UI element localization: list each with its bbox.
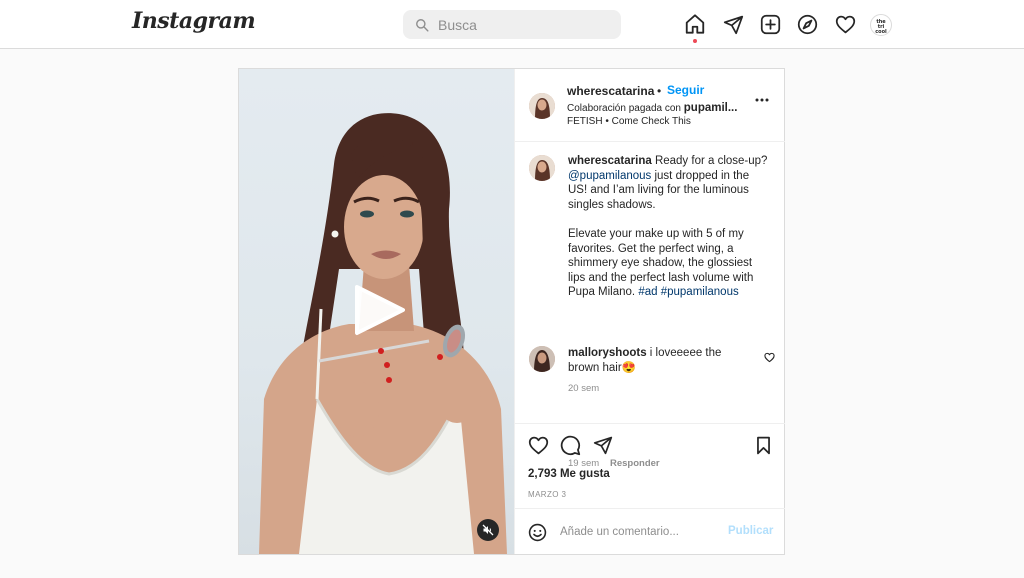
collab-prefix: Colaboración pagada con	[567, 103, 684, 114]
direct-icon[interactable]	[722, 13, 744, 35]
post-date: MARZO 3	[528, 490, 567, 499]
home-icon[interactable]	[684, 13, 706, 35]
add-comment-input[interactable]	[560, 522, 710, 542]
separator-dot: •	[657, 84, 662, 98]
comment: malloryshoots i loveeeee the brown hair😍	[568, 346, 748, 375]
share-icon[interactable]	[593, 435, 613, 455]
more-options-icon[interactable]	[755, 98, 769, 102]
search-box[interactable]	[403, 10, 621, 39]
explore-icon[interactable]	[796, 13, 818, 35]
emoji-icon[interactable]	[528, 523, 547, 542]
commenter-avatar[interactable]	[529, 346, 555, 372]
collab-partner-link[interactable]: pupamil...	[684, 102, 738, 114]
comment-like-heart-icon[interactable]	[764, 352, 775, 363]
publish-button[interactable]: Publicar	[728, 525, 773, 537]
audio-track[interactable]: FETISH • Come Check This	[567, 116, 691, 127]
like-heart-icon[interactable]	[528, 435, 549, 456]
top-navigation-bar: Instagram the tri cool	[0, 0, 1024, 49]
hashtag-pupamilanous-link[interactable]: #pupamilanous	[661, 286, 739, 298]
speaker-muted-icon	[482, 524, 494, 536]
follow-button[interactable]: Seguir	[667, 83, 704, 97]
caption-author-avatar[interactable]	[529, 155, 555, 181]
post-video[interactable]	[239, 69, 514, 554]
paid-collaboration-line: Colaboración pagada con pupamil...	[567, 102, 737, 114]
likes-count[interactable]: 2,793 Me gusta	[528, 468, 610, 480]
search-icon	[416, 18, 429, 32]
add-comment-bar: Publicar	[515, 509, 785, 554]
commenter-username[interactable]: malloryshoots	[568, 347, 647, 359]
notification-dot	[693, 39, 697, 43]
save-bookmark-icon[interactable]	[755, 436, 772, 455]
search-input[interactable]	[438, 16, 598, 33]
author-avatar[interactable]	[529, 93, 555, 119]
post-caption: wherescatarina Ready for a close-up? @pu…	[568, 154, 768, 315]
comments-section: wherescatarina Ready for a close-up? @pu…	[515, 142, 785, 469]
post-header: wherescatarina • Seguir Colaboración pag…	[515, 69, 785, 142]
caption-time: 20 sem	[568, 383, 600, 394]
author-username[interactable]: wherescatarina	[567, 84, 654, 98]
hashtag-ad-link[interactable]: #ad	[638, 286, 657, 298]
caption-mention-link[interactable]: @pupamilanous	[568, 170, 651, 182]
comment-bubble-icon[interactable]	[560, 435, 581, 456]
post-modal: wherescatarina • Seguir Colaboración pag…	[238, 68, 785, 555]
post-actions: 2,793 Me gusta MARZO 3	[515, 424, 785, 509]
post-sidebar: wherescatarina • Seguir Colaboración pag…	[514, 69, 785, 554]
caption-text-1: Ready for a close-up?	[651, 155, 768, 167]
instagram-logo[interactable]: Instagram	[132, 8, 256, 34]
play-icon[interactable]	[353, 284, 405, 336]
mute-button[interactable]	[477, 519, 499, 541]
caption-username[interactable]: wherescatarina	[568, 155, 652, 167]
profile-avatar[interactable]: the tri cool	[870, 14, 892, 36]
new-post-icon[interactable]	[759, 13, 781, 35]
activity-heart-icon[interactable]	[834, 13, 856, 35]
